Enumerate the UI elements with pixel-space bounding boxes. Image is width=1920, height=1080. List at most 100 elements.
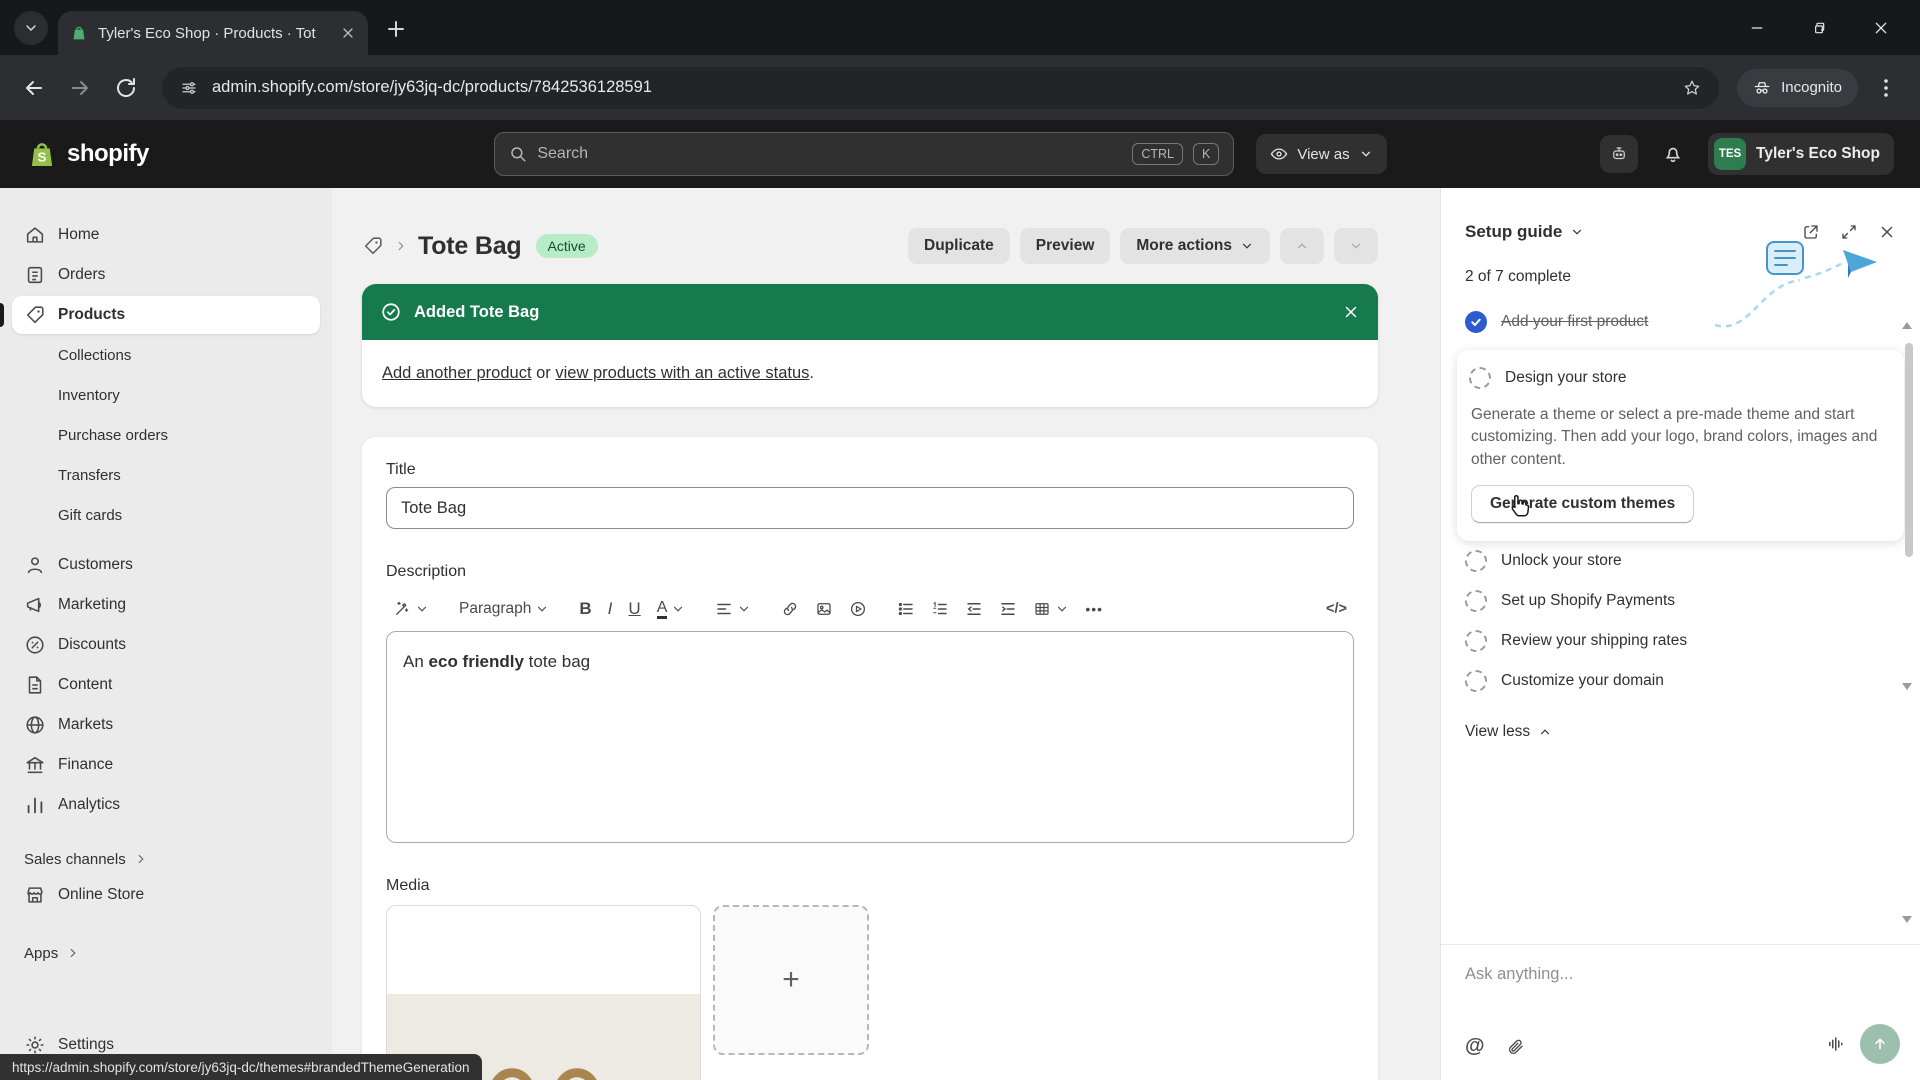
- add-another-product-link[interactable]: Add another product: [382, 364, 532, 382]
- discounts-icon: [24, 634, 46, 656]
- outdent-button[interactable]: [958, 594, 990, 624]
- indent-button[interactable]: [992, 594, 1024, 624]
- insert-table-button[interactable]: [1026, 594, 1076, 624]
- text-color-button[interactable]: A: [650, 594, 693, 625]
- view-products-link[interactable]: view products with an active status: [555, 364, 809, 382]
- sidebar-item-customers[interactable]: Customers: [12, 546, 320, 584]
- chevron-down-icon: [1359, 147, 1373, 161]
- sidebar-item-inventory[interactable]: Inventory: [12, 376, 320, 414]
- numbered-list-button[interactable]: [924, 594, 956, 624]
- status-url: https://admin.shopify.com/store/jy63jq-d…: [12, 1060, 470, 1075]
- view-as-button[interactable]: View as: [1256, 134, 1386, 174]
- magic-wand-button[interactable]: [386, 594, 436, 624]
- underline-button[interactable]: U: [621, 593, 647, 625]
- forward-button[interactable]: [62, 70, 98, 106]
- view-less-link[interactable]: View less: [1465, 723, 1896, 741]
- tab-search-button[interactable]: [14, 11, 48, 45]
- sidebar-item-markets[interactable]: Markets: [12, 706, 320, 744]
- sidebar-item-online-store[interactable]: Online Store: [12, 876, 320, 914]
- show-html-button[interactable]: </>: [1319, 595, 1354, 623]
- reload-button[interactable]: [108, 70, 144, 106]
- sidebar-item-orders[interactable]: Orders: [12, 256, 320, 294]
- sidebar-label: Transfers: [58, 467, 121, 484]
- sidebar-item-finance[interactable]: Finance: [12, 746, 320, 784]
- sidebar-item-marketing[interactable]: Marketing: [12, 586, 320, 624]
- assistant-bot-button[interactable]: [1600, 135, 1638, 173]
- open-in-new-icon[interactable]: [1802, 223, 1820, 241]
- insert-link-button[interactable]: [774, 594, 806, 624]
- sidebar-item-content[interactable]: Content: [12, 666, 320, 704]
- sidebar-section-apps[interactable]: Apps: [12, 936, 320, 970]
- title-input[interactable]: [386, 487, 1354, 529]
- chevron-down-icon[interactable]: [1570, 225, 1584, 239]
- bullet-list-button[interactable]: [890, 594, 922, 624]
- tab-close-icon[interactable]: [340, 25, 356, 41]
- description-editor[interactable]: An eco friendly tote bag: [386, 631, 1354, 843]
- store-menu[interactable]: TES Tyler's Eco Shop: [1708, 133, 1894, 175]
- back-button[interactable]: [16, 70, 52, 106]
- ask-anything-input[interactable]: [1465, 965, 1853, 984]
- breadcrumb-products-icon[interactable]: [362, 235, 384, 257]
- sidebar-item-gift-cards[interactable]: Gift cards: [12, 496, 320, 534]
- browser-tab[interactable]: Tyler's Eco Shop · Products · Tot: [58, 11, 368, 55]
- add-media-button[interactable]: +: [713, 905, 869, 1055]
- sidebar-item-collections[interactable]: Collections: [12, 336, 320, 374]
- sidebar-label: Collections: [58, 347, 131, 364]
- sidebar-label: Marketing: [58, 596, 126, 614]
- address-bar[interactable]: admin.shopify.com/store/jy63jq-dc/produc…: [162, 67, 1719, 109]
- scroll-down-arrow-2[interactable]: [1902, 916, 1912, 923]
- sidebar-item-home[interactable]: Home: [12, 216, 320, 254]
- insert-image-button[interactable]: [808, 594, 840, 624]
- content-icon: [24, 674, 46, 696]
- minimize-button[interactable]: [1726, 0, 1788, 55]
- close-panel-icon[interactable]: [1878, 223, 1896, 241]
- attachment-icon[interactable]: [1507, 1038, 1525, 1056]
- alignment-button[interactable]: [708, 594, 758, 624]
- bold-button[interactable]: B: [572, 593, 598, 625]
- site-info-icon[interactable]: [180, 79, 198, 97]
- sidebar-item-purchase-orders[interactable]: Purchase orders: [12, 416, 320, 454]
- bookmark-star-icon[interactable]: [1683, 79, 1701, 97]
- url-text[interactable]: admin.shopify.com/store/jy63jq-dc/produc…: [212, 78, 1683, 97]
- banner-close-icon[interactable]: [1342, 303, 1360, 321]
- italic-button[interactable]: I: [601, 593, 620, 625]
- setup-item-shopify-payments[interactable]: Set up Shopify Payments: [1441, 581, 1920, 621]
- new-tab-button[interactable]: [384, 17, 408, 41]
- duplicate-button[interactable]: Duplicate: [908, 228, 1010, 264]
- next-product-button[interactable]: [1334, 228, 1378, 264]
- preview-button[interactable]: Preview: [1020, 228, 1111, 264]
- scroll-up-arrow[interactable]: [1902, 322, 1912, 329]
- sidebar-item-transfers[interactable]: Transfers: [12, 456, 320, 494]
- previous-product-button[interactable]: [1280, 228, 1324, 264]
- voice-input-icon[interactable]: [1826, 1035, 1844, 1053]
- browser-menu-button[interactable]: [1868, 70, 1904, 106]
- search-icon: [509, 145, 527, 163]
- close-window-button[interactable]: [1850, 0, 1912, 55]
- paragraph-style-dropdown[interactable]: Paragraph: [452, 594, 556, 624]
- mention-icon[interactable]: @: [1465, 1035, 1485, 1058]
- send-button[interactable]: [1860, 1024, 1900, 1064]
- more-actions-button[interactable]: More actions: [1120, 228, 1270, 264]
- shopify-logo[interactable]: S shopify: [26, 138, 281, 170]
- insert-video-button[interactable]: [842, 594, 874, 624]
- chevron-down-icon: [415, 602, 429, 616]
- global-search-input[interactable]: Search CTRL K: [494, 132, 1234, 176]
- chevron-right-icon: [134, 852, 148, 866]
- sidebar-item-analytics[interactable]: Analytics: [12, 786, 320, 824]
- expand-icon[interactable]: [1840, 223, 1858, 241]
- scroll-down-arrow[interactable]: [1902, 683, 1912, 690]
- setup-item-unlock-store[interactable]: Unlock your store: [1441, 541, 1920, 581]
- mouse-cursor: [1505, 492, 1533, 522]
- sidebar-label: Content: [58, 676, 112, 694]
- more-formatting-button[interactable]: •••: [1078, 595, 1110, 623]
- setup-item-design-store[interactable]: Design your store: [1459, 360, 1902, 396]
- sidebar-item-products[interactable]: Products: [12, 296, 320, 334]
- sidebar-section-sales-channels[interactable]: Sales channels: [12, 842, 320, 876]
- restore-button[interactable]: [1788, 0, 1850, 55]
- outdent-icon: [965, 600, 983, 618]
- scrollbar-thumb[interactable]: [1905, 343, 1913, 557]
- setup-item-shipping-rates[interactable]: Review your shipping rates: [1441, 621, 1920, 661]
- setup-item-customize-domain[interactable]: Customize your domain: [1441, 661, 1920, 701]
- sidebar-item-discounts[interactable]: Discounts: [12, 626, 320, 664]
- notifications-button[interactable]: [1654, 135, 1692, 173]
